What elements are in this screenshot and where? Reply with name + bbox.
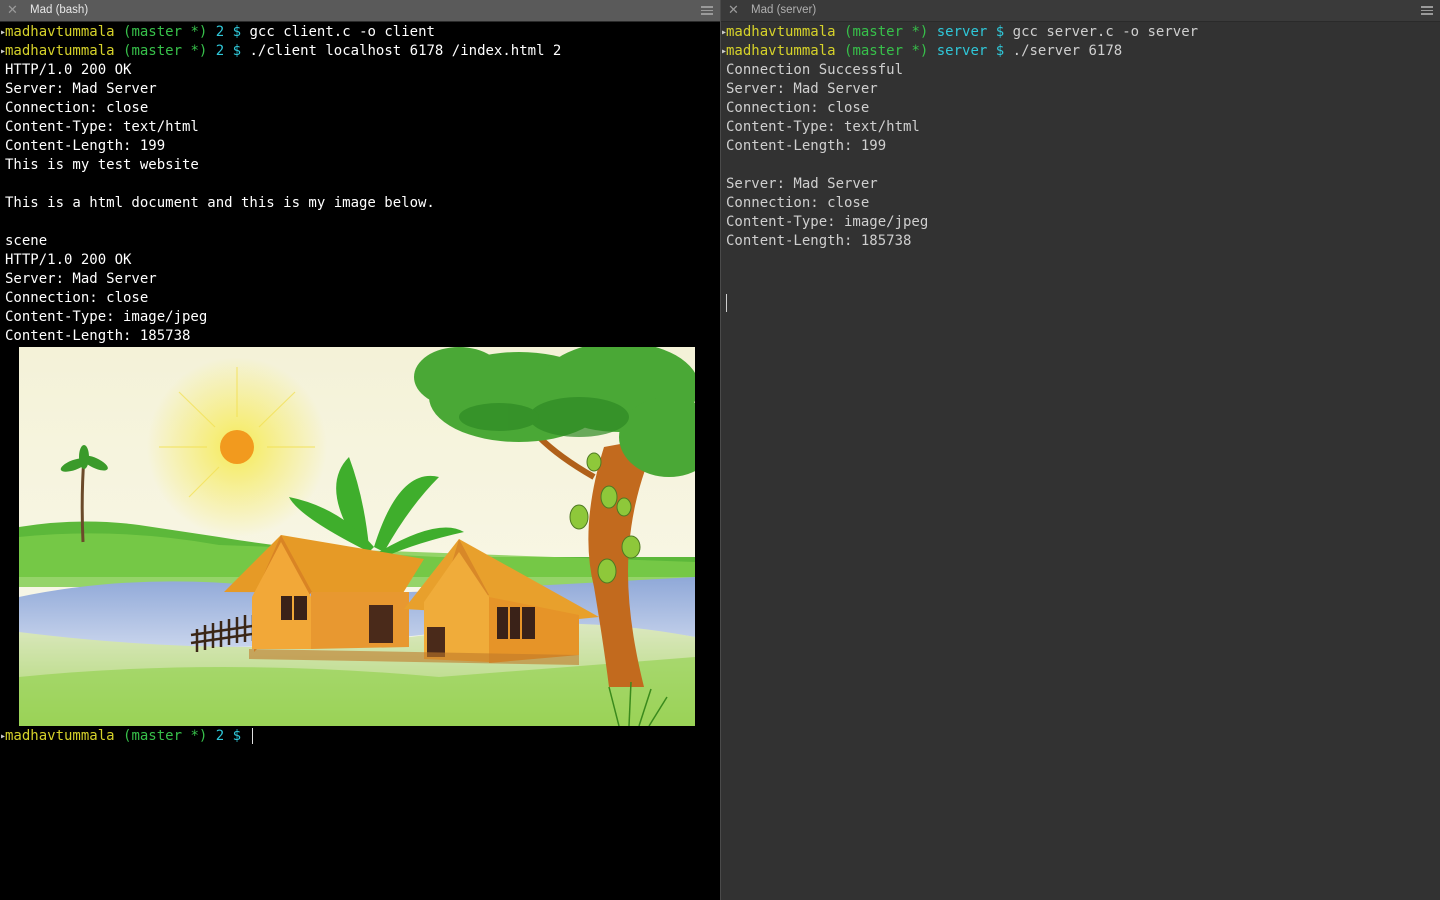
output-line: Connection: close: [5, 290, 149, 306]
scene-image: [19, 347, 695, 726]
output-line: Connection Successful: [726, 62, 904, 78]
right-terminal-output[interactable]: ▸madhavtummala (master *) server $ gcc s…: [721, 23, 1440, 900]
output-line: Content-Type: image/jpeg: [5, 309, 208, 325]
left-tab-bar: ✕ Mad (bash): [0, 0, 720, 22]
output-line: HTTP/1.0 200 OK: [5, 62, 132, 78]
left-terminal-pane[interactable]: ✕ Mad (bash) ▸madhavtummala (master *) 2…: [0, 0, 720, 900]
output-line: Content-Type: text/html: [5, 119, 199, 135]
text-cursor: [251, 728, 253, 744]
text-cursor: [726, 294, 727, 312]
output-line: Server: Mad Server: [726, 81, 878, 97]
output-line: Server: Mad Server: [5, 81, 157, 97]
prompt-line: ▸madhavtummala (master *) 2 $ gcc client…: [0, 24, 435, 40]
right-terminal-pane[interactable]: ✕ Mad (server) ▸madhavtummala (master *)…: [721, 0, 1440, 900]
output-line: Connection: close: [726, 195, 870, 211]
output-line: Content-Length: 199: [5, 138, 166, 154]
output-line: Content-Length: 199: [726, 138, 887, 154]
output-line: Content-Length: 185738: [5, 328, 191, 344]
output-line: This is a html document and this is my i…: [5, 195, 435, 211]
right-tab-title[interactable]: Mad (server): [751, 0, 816, 21]
hamburger-menu-icon[interactable]: [1421, 6, 1433, 15]
prompt-line: ▸madhavtummala (master *) 2 $ ./client l…: [0, 43, 562, 59]
right-tab-bar: ✕ Mad (server): [721, 0, 1440, 22]
active-prompt-line[interactable]: ▸madhavtummala (master *) 2 $: [0, 727, 253, 746]
output-line: This is my test website: [5, 157, 199, 173]
output-line: scene: [5, 233, 48, 249]
output-line: Content-Type: image/jpeg: [726, 214, 929, 230]
output-line: Server: Mad Server: [5, 271, 157, 287]
output-line: HTTP/1.0 200 OK: [5, 252, 132, 268]
close-icon[interactable]: ✕: [7, 1, 18, 21]
prompt-line: ▸madhavtummala (master *) server $ ./ser…: [721, 43, 1123, 59]
output-line: Connection: close: [726, 100, 870, 116]
output-line: Connection: close: [5, 100, 149, 116]
output-line: Content-Length: 185738: [726, 233, 912, 249]
left-tab-title[interactable]: Mad (bash): [30, 0, 88, 21]
close-icon[interactable]: ✕: [728, 1, 739, 21]
prompt-line: ▸madhavtummala (master *) server $ gcc s…: [721, 24, 1199, 40]
output-line: Server: Mad Server: [726, 176, 878, 192]
hamburger-menu-icon[interactable]: [701, 6, 713, 15]
output-line: Content-Type: text/html: [726, 119, 920, 135]
